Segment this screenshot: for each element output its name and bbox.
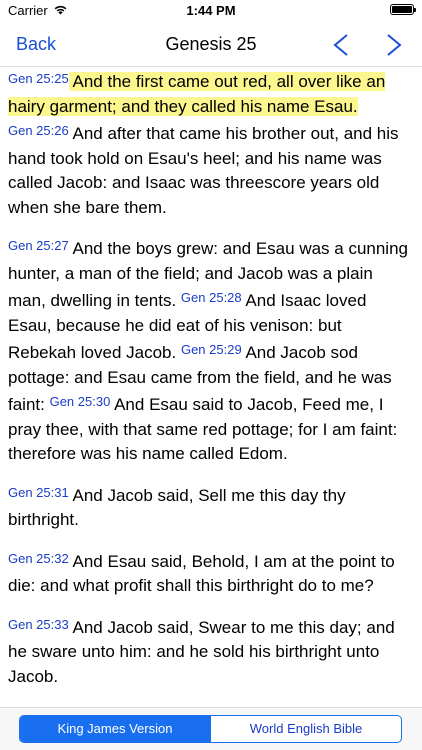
verse-reference[interactable]: Gen 25:25 <box>8 71 69 86</box>
chevron-right-icon <box>387 34 402 56</box>
next-chapter-button[interactable] <box>382 32 406 58</box>
verse-reference[interactable]: Gen 25:30 <box>50 394 111 409</box>
status-right <box>390 4 416 15</box>
verse-reference[interactable]: Gen 25:27 <box>8 238 69 253</box>
version-web-segment[interactable]: World English Bible <box>210 716 401 742</box>
chapter-text[interactable]: Gen 25:25 And the first came out red, al… <box>0 67 422 707</box>
verse-paragraph: Gen 25:33 And Jacob said, Swear to me th… <box>8 613 414 690</box>
verse-paragraph: Gen 25:25 And the first came out red, al… <box>8 67 414 119</box>
verse-reference[interactable]: Gen 25:28 <box>181 290 242 305</box>
previous-chapter-button[interactable] <box>329 32 353 58</box>
verse-paragraph: Gen 25:32 And Esau said, Behold, I am at… <box>8 547 414 599</box>
chapter-title: Genesis 25 <box>165 34 257 54</box>
version-segmented-control: King James Version World English Bible <box>19 715 402 743</box>
version-kjv-segment[interactable]: King James Version <box>20 716 210 742</box>
chevron-left-icon <box>333 34 348 56</box>
verse-reference[interactable]: Gen 25:31 <box>8 485 69 500</box>
battery-icon <box>390 4 416 15</box>
verse-reference[interactable]: Gen 25:32 <box>8 551 69 566</box>
verse-paragraph: Gen 25:31 And Jacob said, Sell me this d… <box>8 481 414 533</box>
verse-paragraph: Gen 25:26 And after that came his brothe… <box>8 119 414 220</box>
verse-reference[interactable]: Gen 25:29 <box>181 342 242 357</box>
verse-reference[interactable]: Gen 25:33 <box>8 617 69 632</box>
back-button[interactable]: Back <box>16 34 56 55</box>
verse-paragraph: Gen 25:27 And the boys grew: and Esau wa… <box>8 234 414 467</box>
verse-reference[interactable]: Gen 25:26 <box>8 123 69 138</box>
navigation-bar: Back Genesis 25 <box>0 22 422 67</box>
status-time: 1:44 PM <box>186 3 236 18</box>
status-bar: Carrier 1:44 PM <box>0 0 422 22</box>
version-toolbar: King James Version World English Bible <box>0 707 422 750</box>
